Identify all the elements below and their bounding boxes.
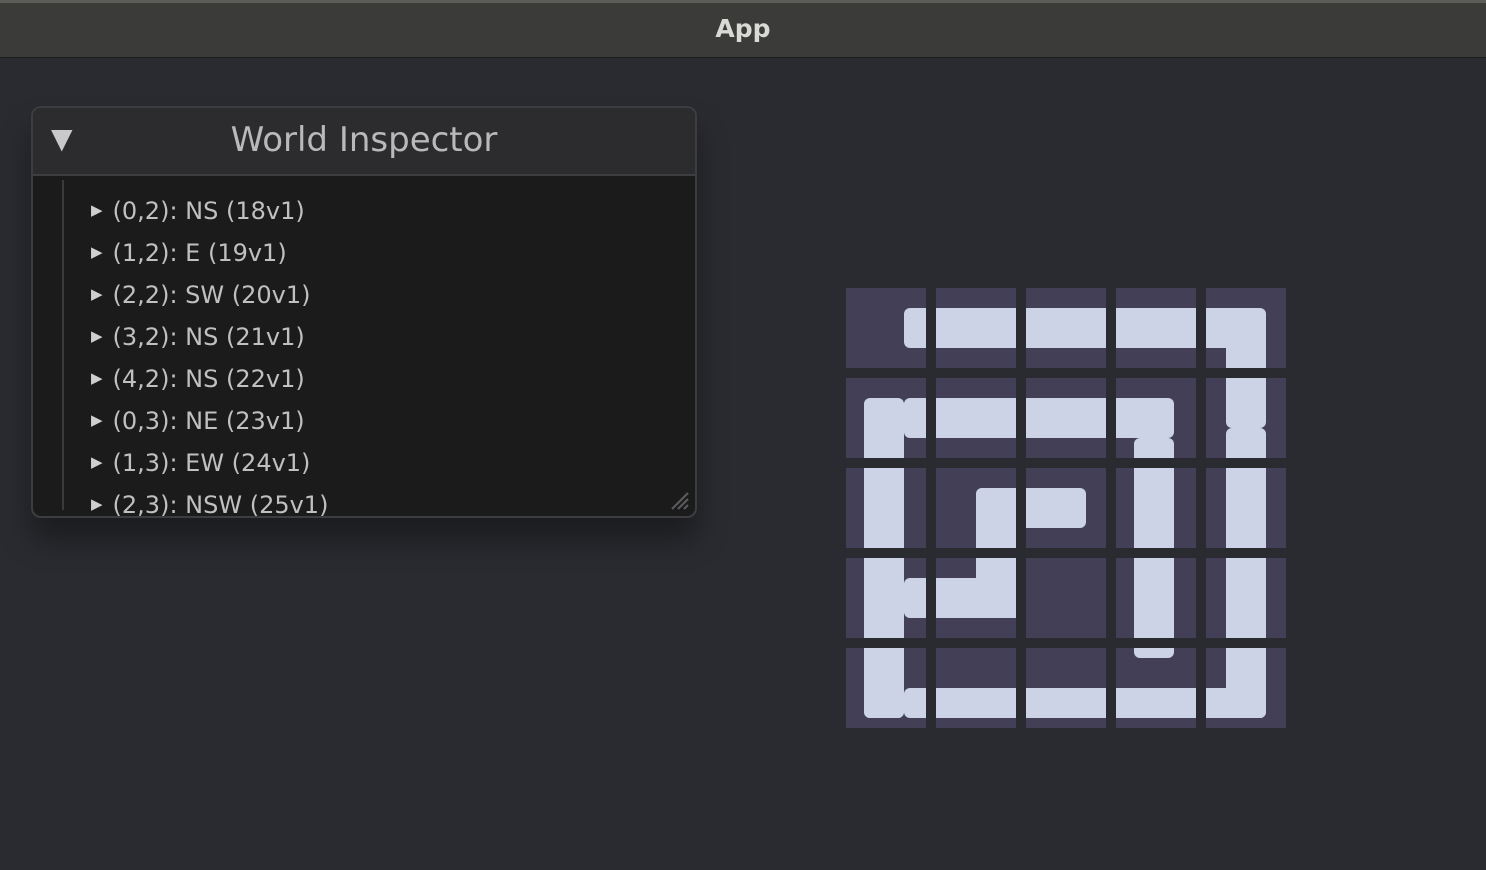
tile-path-segment bbox=[864, 688, 904, 718]
tile-path-segment bbox=[904, 398, 1174, 438]
tile-map-canvas bbox=[846, 288, 1286, 728]
tile-path-segment bbox=[1176, 688, 1266, 718]
expand-arrow-icon[interactable]: ▶ bbox=[91, 453, 103, 471]
resize-handle-icon[interactable] bbox=[667, 488, 689, 510]
tile-gap bbox=[846, 458, 1286, 468]
tile-grid bbox=[846, 288, 1286, 728]
list-item-label: (1,3): EW (24v1) bbox=[112, 449, 311, 477]
list-item[interactable]: ▶ (4,2): NS (22v1) bbox=[91, 358, 305, 400]
expand-arrow-icon[interactable]: ▶ bbox=[91, 369, 103, 387]
tile-gap bbox=[1016, 288, 1026, 728]
list-item[interactable]: ▶ (2,3): NSW (25v1) bbox=[91, 484, 329, 518]
inspector-header[interactable]: ▼ World Inspector bbox=[33, 108, 695, 176]
list-item-label: (0,2): NS (18v1) bbox=[112, 197, 305, 225]
tile-gap bbox=[926, 288, 936, 728]
world-inspector-panel: ▼ World Inspector ▶ (0,2): NS (18v1) ▶ (1,… bbox=[31, 106, 697, 518]
tile-path-segment bbox=[1226, 428, 1266, 718]
expand-arrow-icon[interactable]: ▶ bbox=[91, 327, 103, 345]
list-item-label: (3,2): NS (21v1) bbox=[112, 323, 305, 351]
list-item-label: (2,2): SW (20v1) bbox=[112, 281, 311, 309]
expand-arrow-icon[interactable]: ▶ bbox=[91, 495, 103, 513]
tile-gap bbox=[846, 368, 1286, 378]
tile-gap bbox=[1106, 288, 1116, 728]
expand-arrow-icon[interactable]: ▶ bbox=[91, 285, 103, 303]
tile-map bbox=[846, 288, 1286, 728]
tile-path-segment bbox=[904, 308, 1264, 348]
list-item-label: (4,2): NS (22v1) bbox=[112, 365, 305, 393]
window-title: App bbox=[715, 14, 771, 43]
tile-gap bbox=[846, 548, 1286, 558]
list-item-label: (1,2): E (19v1) bbox=[112, 239, 287, 267]
list-item[interactable]: ▶ (2,2): SW (20v1) bbox=[91, 274, 311, 316]
list-item[interactable]: ▶ (0,2): NS (18v1) bbox=[91, 190, 305, 232]
tile-path-segment bbox=[904, 688, 1204, 718]
tile bbox=[1026, 558, 1106, 638]
expand-arrow-icon[interactable]: ▶ bbox=[91, 243, 103, 261]
tree-guide-line bbox=[62, 180, 64, 510]
list-item-label: (0,3): NE (23v1) bbox=[112, 407, 305, 435]
tile-gap bbox=[1196, 288, 1206, 728]
list-item[interactable]: ▶ (0,3): NE (23v1) bbox=[91, 400, 305, 442]
list-item[interactable]: ▶ (1,3): EW (24v1) bbox=[91, 442, 310, 484]
tile-gap bbox=[846, 638, 1286, 648]
expand-arrow-icon[interactable]: ▶ bbox=[91, 411, 103, 429]
entity-list: ▶ (0,2): NS (18v1) ▶ (1,2): E (19v1) ▶ (2,2… bbox=[33, 176, 695, 516]
tile-path-segment bbox=[904, 578, 1024, 618]
list-item[interactable]: ▶ (3,2): NS (21v1) bbox=[91, 316, 305, 358]
inspector-title: World Inspector bbox=[230, 120, 498, 160]
window-titlebar: App bbox=[0, 0, 1486, 58]
expand-arrow-icon[interactable]: ▶ bbox=[91, 201, 103, 219]
list-item[interactable]: ▶ (1,2): E (19v1) bbox=[91, 232, 287, 274]
list-item-label: (2,3): NSW (25v1) bbox=[112, 491, 329, 518]
